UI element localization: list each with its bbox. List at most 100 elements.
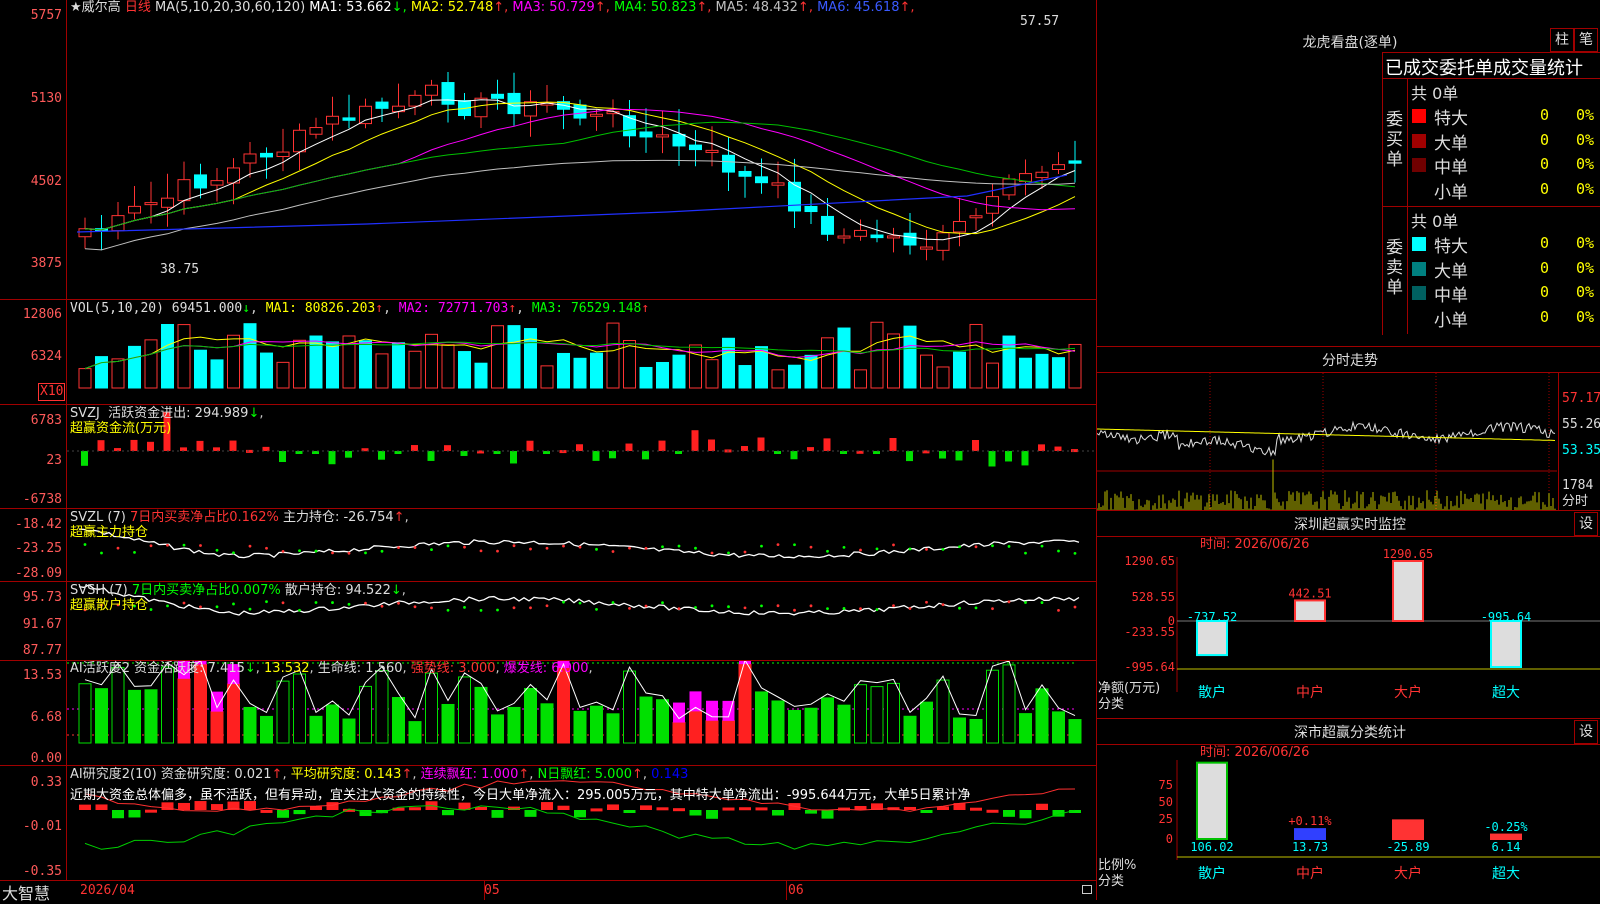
volume-bar (1035, 353, 1049, 389)
monitor-title: 深圳超赢实时监控 (1294, 517, 1406, 533)
activity-bar (870, 686, 884, 744)
fund-flow-bar (625, 443, 633, 451)
holding-dot (776, 604, 780, 608)
holding-dot (529, 606, 532, 610)
holding-dot (1024, 601, 1027, 604)
holding-dot (380, 604, 384, 608)
order-color-swatch (1412, 310, 1426, 325)
ma-value-4: MA4: 50.823 (613, 0, 697, 15)
fund-flow-bar (889, 438, 897, 451)
activity-bar (755, 691, 768, 744)
volume-bar (507, 325, 521, 389)
activity-bar (854, 684, 867, 744)
candle-body (870, 234, 884, 239)
holding-dot (562, 544, 565, 548)
monitor-bar (1196, 620, 1228, 657)
candle-body (326, 115, 339, 125)
main-y-label: 4502 (30, 174, 62, 189)
activity-bar (903, 715, 917, 744)
pen-mode-button[interactable]: 笔 (1574, 28, 1598, 52)
holding-dot (397, 546, 400, 549)
ai-research-chart[interactable] (67, 766, 1096, 880)
volume-bar (705, 359, 719, 389)
activity-bar (672, 722, 686, 744)
volume-bar (1052, 357, 1065, 389)
monitor-y-tick: -233.55 (1124, 625, 1175, 639)
activity-bar (936, 679, 950, 744)
monitor-y-tick: -995.64 (1124, 660, 1175, 674)
research-bar (524, 810, 537, 817)
holding-dot (776, 543, 780, 547)
class-settings-button[interactable]: 设 (1574, 720, 1598, 744)
fund-flow-bar (1054, 446, 1062, 451)
main-chart-header: ★威尔高 日线 MA(5,10,20,30,60,120) MA1: 53.66… (70, 0, 915, 16)
lhb-title: 龙虎看盘(逐单) (1302, 35, 1398, 51)
volume-bar (276, 361, 290, 389)
holding-dot (628, 607, 631, 610)
stock-name[interactable]: 威尔高 (82, 0, 121, 15)
intraday-y-label: 55.26 (1562, 417, 1600, 432)
candle-body (920, 246, 933, 250)
candle-body (243, 153, 257, 164)
activity-bar (689, 710, 702, 744)
period-label[interactable]: 日线 (125, 0, 151, 15)
candle-body (755, 176, 768, 184)
bar-mode-button[interactable]: 柱 (1550, 28, 1574, 52)
main-y-label: 5757 (30, 8, 62, 23)
holding-dot (826, 607, 829, 611)
activity-bar (705, 720, 719, 744)
activity-bar (177, 678, 191, 744)
ai-research-y-label: -0.35 (22, 864, 62, 879)
research-bar (689, 810, 702, 816)
class-stat-title: 深市超赢分类统计 (1294, 725, 1406, 741)
category-label: 超大 (1492, 685, 1520, 701)
intraday-y-label: 57.17 (1562, 391, 1600, 406)
holding-dot (149, 544, 153, 548)
ai-activity-header: AI活跃度2 资金活跃度: 7.415↓, 13.532, 生命线: 1.560… (70, 661, 593, 676)
monitor-x-title: 分类 (1098, 697, 1125, 712)
candle-body (144, 202, 158, 206)
volume-bar (788, 364, 801, 389)
ma-arrow: ↑, (899, 0, 915, 15)
holding-dot (215, 548, 219, 552)
svzl-y-label: -23.25 (15, 541, 62, 556)
holding-dot (710, 604, 714, 608)
order-percent: 0% (1576, 258, 1595, 277)
holding-dot (793, 608, 796, 612)
monitor-bar-chart[interactable]: 1290.65528.550-233.55-995.64-737.52散户442… (1097, 537, 1600, 717)
volume-bar (144, 339, 158, 389)
fund-flow-bar (972, 440, 979, 451)
holding-dot (397, 601, 400, 605)
activity-bar (161, 666, 174, 744)
activity-bar (771, 700, 785, 744)
order-type-label: 中单 (1434, 158, 1468, 178)
candle-body (408, 94, 422, 107)
intraday-chart[interactable] (1097, 373, 1557, 510)
monitor-settings-button[interactable]: 设 (1574, 512, 1598, 536)
volume-bar (524, 328, 537, 389)
fund-flow-bar (180, 447, 187, 451)
candle-body (854, 229, 867, 237)
holding-dot (199, 544, 202, 547)
activity-bar (788, 709, 801, 744)
holding-dot (925, 600, 928, 604)
holding-dot (248, 544, 252, 548)
lock-icon[interactable] (1082, 885, 1092, 894)
holding-dot (314, 601, 318, 604)
svzl-y-label: -18.42 (15, 517, 62, 532)
vol-unit-badge[interactable]: X10 (38, 383, 66, 401)
holding-line (78, 528, 1080, 559)
class-bar (1294, 828, 1326, 841)
research-bar (79, 804, 91, 810)
holding-dot (661, 545, 664, 549)
fund-flow-bar (345, 451, 352, 458)
intraday-mode-label[interactable]: 分时 (1562, 494, 1588, 510)
class-bar-chart[interactable]: 75 50 25 0 106.02 散户 13.73 中户 -25.89 大户 6.14 超大 +0.1… (1097, 745, 1600, 900)
activity-bar (507, 706, 521, 744)
fund-flow-bar (609, 451, 616, 459)
holding-dot (859, 607, 862, 611)
candlestick-chart[interactable] (67, 0, 1096, 299)
activity-bar (1002, 664, 1016, 744)
class-bar (1392, 819, 1424, 840)
holding-dot (677, 544, 681, 548)
